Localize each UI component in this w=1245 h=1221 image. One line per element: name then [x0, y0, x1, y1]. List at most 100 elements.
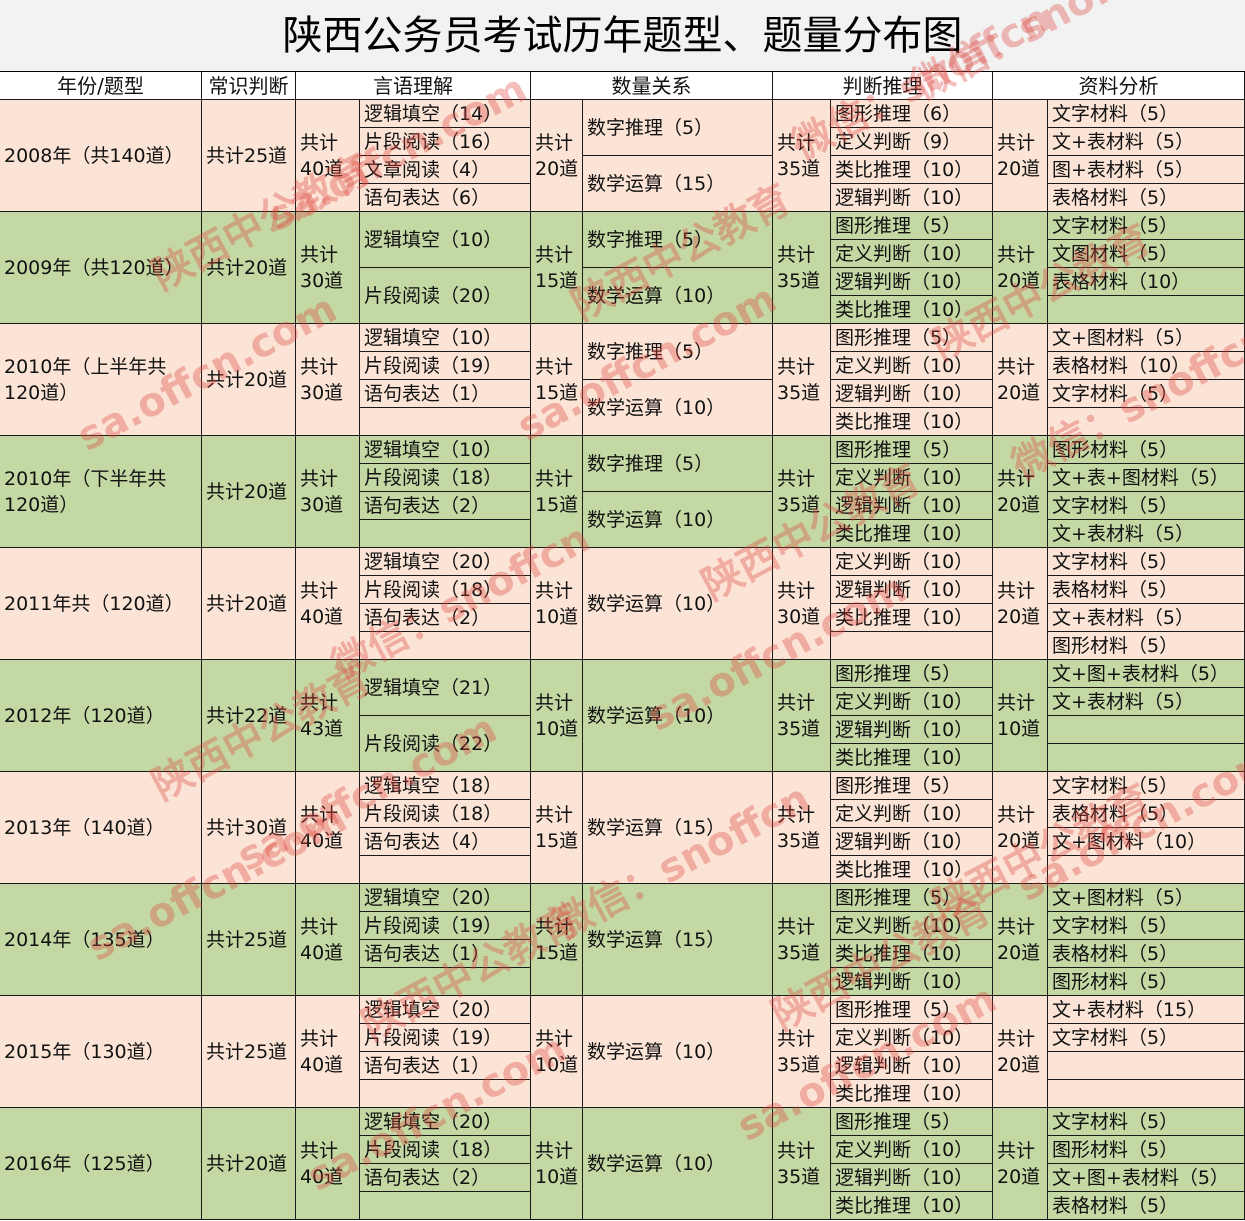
data-analysis-item: 图形材料（5）	[1048, 968, 1245, 996]
reasoning-item: 定义判断（10）	[831, 240, 993, 268]
quant-item: 数字推理（5）	[583, 212, 773, 268]
data-analysis-item: 文+表材料（5）	[1048, 128, 1245, 156]
data-analysis-item	[1048, 744, 1245, 772]
reasoning-item: 类比推理（10）	[831, 520, 993, 548]
quant-total: 共计10道	[531, 996, 583, 1108]
data-analysis-total: 共计20道	[993, 1108, 1048, 1220]
year-cell: 2014年（135道）	[0, 884, 202, 996]
reasoning-item: 定义判断（10）	[831, 800, 993, 828]
data-analysis-item: 文+表材料（5）	[1048, 520, 1245, 548]
data-analysis-item: 文+表材料（5）	[1048, 688, 1245, 716]
quant-total: 共计15道	[531, 212, 583, 324]
data-analysis-total: 共计20道	[993, 436, 1048, 548]
data-analysis-item: 表格材料（5）	[1048, 940, 1245, 968]
column-header: 年份/题型	[0, 72, 202, 100]
verbal-total: 共计30道	[296, 436, 360, 548]
common-sense-total: 共计20道	[202, 548, 296, 660]
verbal-item	[360, 520, 531, 548]
column-header: 常识判断	[202, 72, 296, 100]
quant-total: 共计10道	[531, 1108, 583, 1220]
data-analysis-total: 共计20道	[993, 884, 1048, 996]
reasoning-total: 共计35道	[773, 884, 831, 996]
verbal-item: 片段阅读（18）	[360, 800, 531, 828]
quant-total: 共计15道	[531, 772, 583, 884]
data-analysis-item: 文+图材料（5）	[1048, 324, 1245, 352]
reasoning-item: 逻辑判断（10）	[831, 1164, 993, 1192]
reasoning-item: 图形推理（6）	[831, 100, 993, 128]
data-analysis-item: 表格材料（5）	[1048, 184, 1245, 212]
common-sense-total: 共计30道	[202, 772, 296, 884]
reasoning-total: 共计35道	[773, 100, 831, 212]
reasoning-item: 定义判断（10）	[831, 688, 993, 716]
data-analysis-item	[1048, 1080, 1245, 1108]
verbal-item: 文章阅读（4）	[360, 156, 531, 184]
data-analysis-total: 共计20道	[993, 996, 1048, 1108]
quant-total: 共计15道	[531, 324, 583, 436]
reasoning-item: 定义判断（10）	[831, 464, 993, 492]
quant-item: 数学运算（10）	[583, 660, 773, 772]
data-analysis-item	[1048, 1052, 1245, 1080]
quant-item: 数字推理（5）	[583, 324, 773, 380]
quant-total: 共计10道	[531, 548, 583, 660]
verbal-item	[360, 408, 531, 436]
verbal-item: 语句表达（4）	[360, 828, 531, 856]
verbal-total: 共计40道	[296, 100, 360, 212]
data-analysis-item: 文字材料（5）	[1048, 100, 1245, 128]
data-analysis-total: 共计10道	[993, 660, 1048, 772]
verbal-item: 语句表达（1）	[360, 380, 531, 408]
verbal-item: 片段阅读（18）	[360, 1136, 531, 1164]
verbal-total: 共计43道	[296, 660, 360, 772]
verbal-item: 语句表达（1）	[360, 1052, 531, 1080]
quant-total: 共计15道	[531, 884, 583, 996]
reasoning-item	[831, 632, 993, 660]
reasoning-item: 定义判断（10）	[831, 548, 993, 576]
verbal-total: 共计30道	[296, 212, 360, 324]
reasoning-item: 图形推理（5）	[831, 660, 993, 688]
data-analysis-item	[1048, 716, 1245, 744]
verbal-item: 逻辑填空（20）	[360, 996, 531, 1024]
common-sense-total: 共计20道	[202, 436, 296, 548]
verbal-total: 共计40道	[296, 548, 360, 660]
year-cell: 2011年共（120道）	[0, 548, 202, 660]
data-analysis-total: 共计20道	[993, 772, 1048, 884]
quant-item: 数学运算（10）	[583, 548, 773, 660]
verbal-item: 语句表达（2）	[360, 492, 531, 520]
data-analysis-item: 图形材料（5）	[1048, 632, 1245, 660]
common-sense-total: 共计22道	[202, 660, 296, 772]
column-header: 言语理解	[296, 72, 531, 100]
verbal-item	[360, 968, 531, 996]
quant-total: 共计20道	[531, 100, 583, 212]
data-analysis-item: 文字材料（5）	[1048, 1108, 1245, 1136]
verbal-item: 逻辑填空（10）	[360, 212, 531, 268]
data-analysis-item: 文+图+表材料（5）	[1048, 660, 1245, 688]
quant-total: 共计10道	[531, 660, 583, 772]
verbal-item: 片段阅读（19）	[360, 912, 531, 940]
reasoning-item: 逻辑判断（10）	[831, 184, 993, 212]
data-analysis-item: 表格材料（5）	[1048, 576, 1245, 604]
verbal-item: 逻辑填空（21）	[360, 660, 531, 716]
verbal-item: 语句表达（2）	[360, 604, 531, 632]
data-analysis-item: 文+图材料（5）	[1048, 884, 1245, 912]
verbal-item: 片段阅读（19）	[360, 352, 531, 380]
quant-item: 数学运算（15）	[583, 772, 773, 884]
reasoning-total: 共计35道	[773, 436, 831, 548]
reasoning-item: 类比推理（10）	[831, 408, 993, 436]
verbal-item: 片段阅读（20）	[360, 268, 531, 324]
data-analysis-item: 文字材料（5）	[1048, 1024, 1245, 1052]
quant-total: 共计15道	[531, 436, 583, 548]
reasoning-item: 逻辑判断（10）	[831, 492, 993, 520]
reasoning-item: 图形推理（5）	[831, 996, 993, 1024]
reasoning-item: 类比推理（10）	[831, 940, 993, 968]
reasoning-item: 逻辑判断（10）	[831, 968, 993, 996]
reasoning-item: 图形推理（5）	[831, 884, 993, 912]
verbal-item: 逻辑填空（20）	[360, 884, 531, 912]
reasoning-total: 共计30道	[773, 548, 831, 660]
reasoning-item: 定义判断（10）	[831, 1024, 993, 1052]
quant-item: 数学运算（10）	[583, 380, 773, 436]
reasoning-item: 类比推理（10）	[831, 856, 993, 884]
common-sense-total: 共计25道	[202, 996, 296, 1108]
verbal-total: 共计40道	[296, 884, 360, 996]
data-analysis-item: 文+表+图材料（5）	[1048, 464, 1245, 492]
data-analysis-item: 文字材料（5）	[1048, 492, 1245, 520]
data-analysis-item: 文字材料（5）	[1048, 548, 1245, 576]
